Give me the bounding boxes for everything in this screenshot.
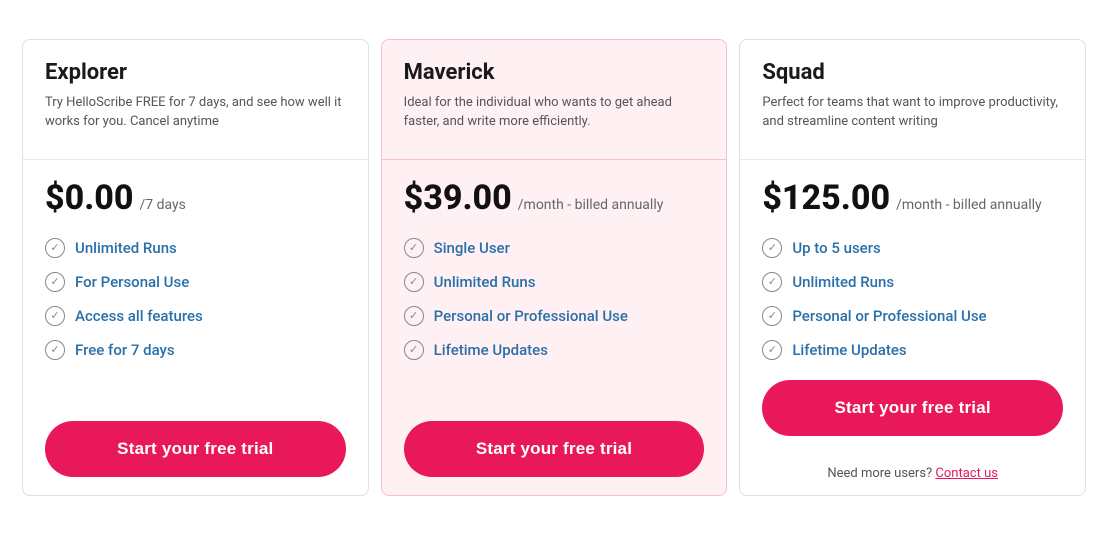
- plan-card-squad: Squad Perfect for teams that want to impr…: [739, 39, 1086, 496]
- plan-name-explorer: Explorer: [45, 60, 346, 85]
- check-icon: ✓: [45, 272, 65, 292]
- list-item: ✓ For Personal Use: [45, 272, 346, 292]
- list-item: ✓ Lifetime Updates: [762, 340, 1063, 360]
- plan-name-squad: Squad: [762, 60, 1063, 85]
- plan-header-explorer: Explorer Try HelloScribe FREE for 7 days,…: [23, 40, 368, 160]
- plan-footer-squad: Need more users? Contact us: [740, 454, 1085, 495]
- feature-text-explorer-0: Unlimited Runs: [75, 239, 177, 257]
- check-icon: ✓: [45, 238, 65, 258]
- features-list-squad: ✓ Up to 5 users ✓ Unlimited Runs ✓ Personal o…: [762, 238, 1063, 360]
- plan-price-row-maverick: $39.00/month - billed annually: [404, 178, 705, 218]
- plan-card-explorer: Explorer Try HelloScribe FREE for 7 days,…: [22, 39, 369, 496]
- feature-text-maverick-3: Lifetime Updates: [434, 341, 548, 359]
- list-item: ✓ Unlimited Runs: [45, 238, 346, 258]
- feature-text-explorer-2: Access all features: [75, 307, 203, 325]
- plan-description-squad: Perfect for teams that want to improve p…: [762, 93, 1063, 132]
- check-icon: ✓: [404, 272, 424, 292]
- plan-body-explorer: $0.00/7 days ✓ Unlimited Runs ✓ For Personal…: [23, 160, 368, 495]
- plan-price-maverick: $39.00: [404, 178, 512, 218]
- list-item: ✓ Access all features: [45, 306, 346, 326]
- feature-text-squad-0: Up to 5 users: [792, 239, 880, 257]
- list-item: ✓ Free for 7 days: [45, 340, 346, 360]
- plan-body-maverick: $39.00/month - billed annually ✓ Single Us…: [382, 160, 727, 495]
- features-list-explorer: ✓ Unlimited Runs ✓ For Personal Use ✓ Access …: [45, 238, 346, 401]
- plan-price-explorer: $0.00: [45, 178, 134, 218]
- list-item: ✓ Unlimited Runs: [404, 272, 705, 292]
- plan-description-explorer: Try HelloScribe FREE for 7 days, and see…: [45, 93, 346, 132]
- check-icon: ✓: [404, 306, 424, 326]
- plan-header-squad: Squad Perfect for teams that want to impr…: [740, 40, 1085, 160]
- contact-us-link[interactable]: Contact us: [935, 466, 998, 481]
- check-icon: ✓: [404, 238, 424, 258]
- list-item: ✓ Unlimited Runs: [762, 272, 1063, 292]
- feature-text-squad-2: Personal or Professional Use: [792, 307, 986, 325]
- feature-text-explorer-3: Free for 7 days: [75, 341, 175, 359]
- cta-button-squad[interactable]: Start your free trial: [762, 380, 1063, 436]
- plan-name-maverick: Maverick: [404, 60, 705, 85]
- check-icon: ✓: [762, 306, 782, 326]
- feature-text-squad-1: Unlimited Runs: [792, 273, 894, 291]
- plan-period-explorer: /7 days: [140, 197, 186, 213]
- list-item: ✓ Personal or Professional Use: [404, 306, 705, 326]
- list-item: ✓ Lifetime Updates: [404, 340, 705, 360]
- feature-text-maverick-1: Unlimited Runs: [434, 273, 536, 291]
- list-item: ✓ Up to 5 users: [762, 238, 1063, 258]
- features-list-maverick: ✓ Single User ✓ Unlimited Runs ✓ Personal or …: [404, 238, 705, 401]
- check-icon: ✓: [762, 340, 782, 360]
- plan-price-row-squad: $125.00/month - billed annually: [762, 178, 1063, 218]
- feature-text-squad-3: Lifetime Updates: [792, 341, 906, 359]
- list-item: ✓ Single User: [404, 238, 705, 258]
- feature-text-maverick-2: Personal or Professional Use: [434, 307, 628, 325]
- check-icon: ✓: [45, 340, 65, 360]
- plan-price-squad: $125.00: [762, 178, 890, 218]
- feature-text-maverick-0: Single User: [434, 239, 510, 257]
- plan-period-squad: /month - billed annually: [896, 197, 1042, 213]
- check-icon: ✓: [762, 272, 782, 292]
- plan-card-maverick: Maverick Ideal for the individual who wan…: [381, 39, 728, 496]
- plan-header-maverick: Maverick Ideal for the individual who wan…: [382, 40, 727, 160]
- check-icon: ✓: [45, 306, 65, 326]
- pricing-grid: Explorer Try HelloScribe FREE for 7 days,…: [16, 39, 1092, 496]
- check-icon: ✓: [762, 238, 782, 258]
- cta-button-maverick[interactable]: Start your free trial: [404, 421, 705, 477]
- plan-description-maverick: Ideal for the individual who wants to ge…: [404, 93, 705, 132]
- feature-text-explorer-1: For Personal Use: [75, 273, 189, 291]
- footer-text: Need more users?: [827, 466, 935, 481]
- cta-button-explorer[interactable]: Start your free trial: [45, 421, 346, 477]
- check-icon: ✓: [404, 340, 424, 360]
- plan-period-maverick: /month - billed annually: [518, 197, 664, 213]
- plan-price-row-explorer: $0.00/7 days: [45, 178, 346, 218]
- plan-body-squad: $125.00/month - billed annually ✓ Up to 5 …: [740, 160, 1085, 454]
- list-item: ✓ Personal or Professional Use: [762, 306, 1063, 326]
